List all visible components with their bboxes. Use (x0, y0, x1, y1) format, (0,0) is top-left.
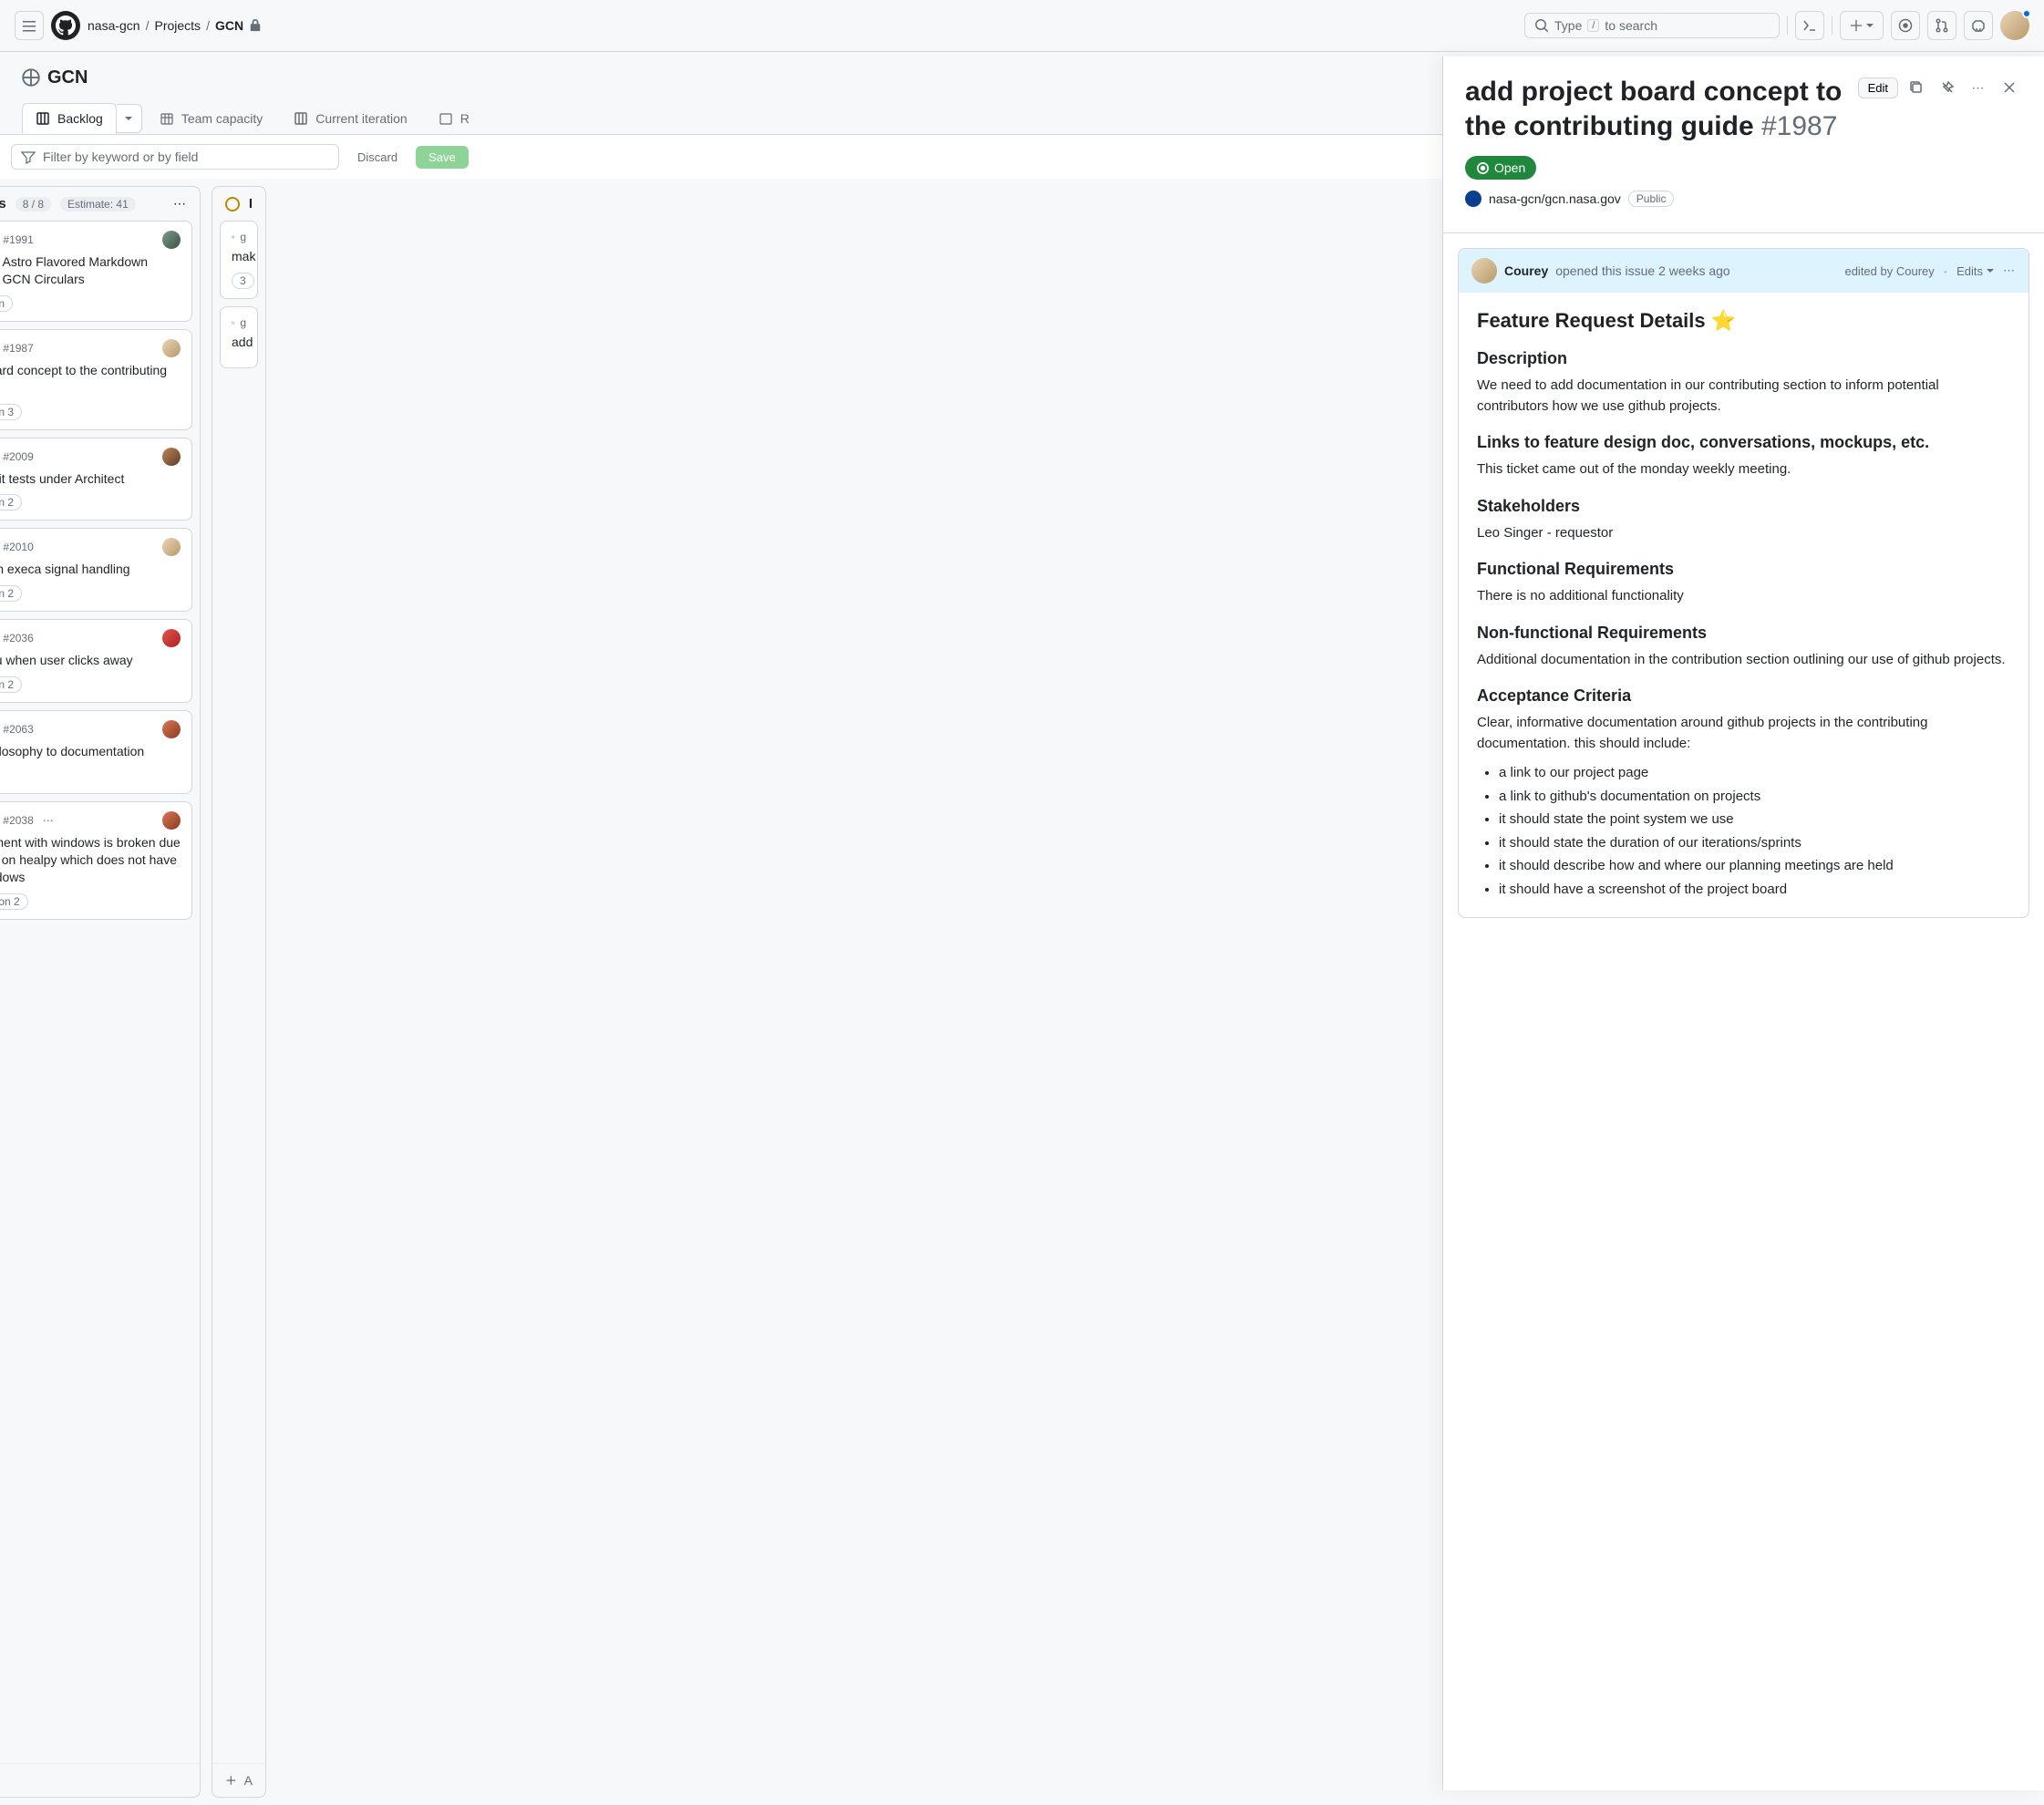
card-number: #1991 (3, 233, 33, 246)
search-input[interactable]: Type / to search (1524, 13, 1780, 38)
tab-backlog[interactable]: Backlog (22, 103, 117, 134)
create-new-button[interactable] (1840, 11, 1884, 40)
author-name[interactable]: Courey (1504, 263, 1548, 278)
issue-card[interactable]: gcn.nasa.gov #1991 Add tooltips for Astr… (0, 221, 192, 322)
iteration-label: Iteration 3 (0, 404, 22, 420)
caret-down-icon (1866, 24, 1874, 27)
add-item-button[interactable]: Add item (0, 1763, 200, 1797)
pull-requests-button[interactable] (1927, 11, 1956, 40)
filter-input[interactable]: Filter by keyword or by field (11, 144, 339, 170)
list-item: it should have a screenshot of the proje… (1499, 878, 2010, 902)
iteration-label: Iteration (0, 295, 13, 312)
iteration-label: Iteration 2 (0, 893, 28, 910)
column-partial-right: I g mak 3 g add A (212, 186, 266, 1798)
project-name: GCN (47, 67, 88, 88)
status-badge: Open (1465, 156, 1536, 180)
card-partial[interactable]: g mak 3 (220, 221, 258, 299)
card-number: #2009 (3, 450, 33, 463)
assignee-avatar (162, 629, 181, 647)
panel-menu-button[interactable]: ⋯ (1966, 75, 1991, 100)
issue-card[interactable]: gcn.nasa.gov #1987 add project board con… (0, 329, 192, 430)
issues-button[interactable] (1891, 11, 1920, 40)
card-title: hide date menu when user clicks away (0, 652, 181, 669)
copy-link-icon[interactable] (1904, 75, 1929, 100)
user-avatar[interactable] (2000, 11, 2029, 40)
save-button[interactable]: Save (416, 146, 469, 169)
project-icon (22, 68, 40, 87)
menu-button[interactable] (15, 11, 44, 40)
breadcrumb-project[interactable]: GCN (215, 18, 243, 33)
card-number: #2038 (3, 814, 33, 827)
list-item: a link to github's documentation on proj… (1499, 785, 2010, 809)
list-item: it should describe how and where our pla… (1499, 854, 2010, 878)
breadcrumb: nasa-gcn / Projects / GCN (88, 18, 262, 33)
status-circle-icon (225, 197, 240, 211)
discard-button[interactable]: Discard (346, 146, 408, 169)
list-item: it should state the point system we use (1499, 808, 2010, 831)
column-in-progress: in progress 8 / 8 Estimate: 41 ⋯ gcn.nas… (0, 186, 201, 1798)
filter-icon (21, 150, 36, 164)
command-palette-button[interactable] (1795, 11, 1824, 40)
card-title: Run Python unit tests under Architect (0, 470, 181, 488)
issue-card[interactable]: gcn.nasa.gov #2038⋯ Local development wi… (0, 801, 192, 920)
author-avatar[interactable] (1471, 258, 1497, 284)
assignee-avatar (162, 339, 181, 357)
breadcrumb-projects[interactable]: Projects (154, 18, 201, 33)
tab-dropdown[interactable] (117, 104, 142, 133)
iteration-label: Iteration 2 (0, 585, 22, 602)
breadcrumb-org[interactable]: nasa-gcn (88, 18, 140, 33)
issue-card[interactable]: gcn.nasa.gov #2063 Add testing philosoph… (0, 710, 192, 794)
topbar: nasa-gcn / Projects / GCN Type / to sear… (0, 0, 2044, 52)
comment-menu-button[interactable]: ⋯ (2003, 263, 2016, 278)
unpin-icon[interactable] (1935, 75, 1960, 100)
add-item-button[interactable]: A (212, 1763, 265, 1797)
edits-dropdown[interactable]: Edits (1956, 264, 1994, 278)
tab-more[interactable]: R (425, 103, 483, 134)
column-menu-button[interactable]: ⋯ (173, 196, 187, 211)
assignee-avatar (162, 538, 181, 556)
nasa-icon (1465, 191, 1481, 207)
iteration-label: Iteration 2 (0, 676, 22, 693)
acceptance-list: a link to our project pagea link to gith… (1477, 761, 2010, 901)
comment-body: Feature Request Details ⭐ Description We… (1459, 293, 2029, 917)
visibility-badge: Public (1628, 191, 1675, 207)
card-number: #2063 (3, 723, 33, 736)
card-title: add project board concept to the contrib… (0, 362, 181, 397)
assignee-avatar (162, 448, 181, 466)
card-title: experiment with execa signal handling (0, 561, 181, 578)
card-number: #1987 (3, 342, 33, 355)
card-title: Local development with windows is broken… (0, 834, 181, 886)
lock-icon (249, 19, 262, 32)
list-item: it should state the duration of our iter… (1499, 831, 2010, 855)
assignee-avatar (162, 811, 181, 830)
card-partial[interactable]: g add (220, 306, 258, 368)
issue-comment: Courey opened this issue 2 weeks ago edi… (1458, 248, 2029, 918)
repo-link[interactable]: nasa-gcn/gcn.nasa.gov (1489, 191, 1621, 206)
issue-side-panel: add project board concept to the contrib… (1442, 57, 2044, 1790)
list-item: a link to our project page (1499, 761, 2010, 785)
iteration-label: Iteration 2 (0, 494, 22, 511)
notification-dot (2022, 9, 2031, 18)
card-title: Add tooltips for Astro Flavored Markdown… (0, 253, 181, 288)
assignee-avatar (162, 720, 181, 738)
edit-button[interactable]: Edit (1858, 77, 1898, 98)
issue-card[interactable]: gcn.nasa.gov #2010 experiment with execa… (0, 528, 192, 612)
card-title: Add testing philosophy to documentation (0, 743, 181, 760)
notifications-button[interactable] (1964, 11, 1993, 40)
issue-card[interactable]: gcn.nasa.gov #2036 hide date menu when u… (0, 619, 192, 703)
card-number: #2036 (3, 632, 33, 645)
issue-title: add project board concept to the contrib… (1465, 75, 1847, 143)
tab-team-capacity[interactable]: Team capacity (146, 103, 276, 134)
card-number: #2010 (3, 541, 33, 553)
close-panel-button[interactable] (1997, 75, 2022, 100)
issue-card[interactable]: gcn.nasa.gov #2009 Run Python unit tests… (0, 438, 192, 521)
tab-current-iteration[interactable]: Current iteration (280, 103, 420, 134)
assignee-avatar (162, 231, 181, 249)
search-icon (1534, 18, 1549, 33)
github-logo[interactable] (51, 11, 80, 40)
